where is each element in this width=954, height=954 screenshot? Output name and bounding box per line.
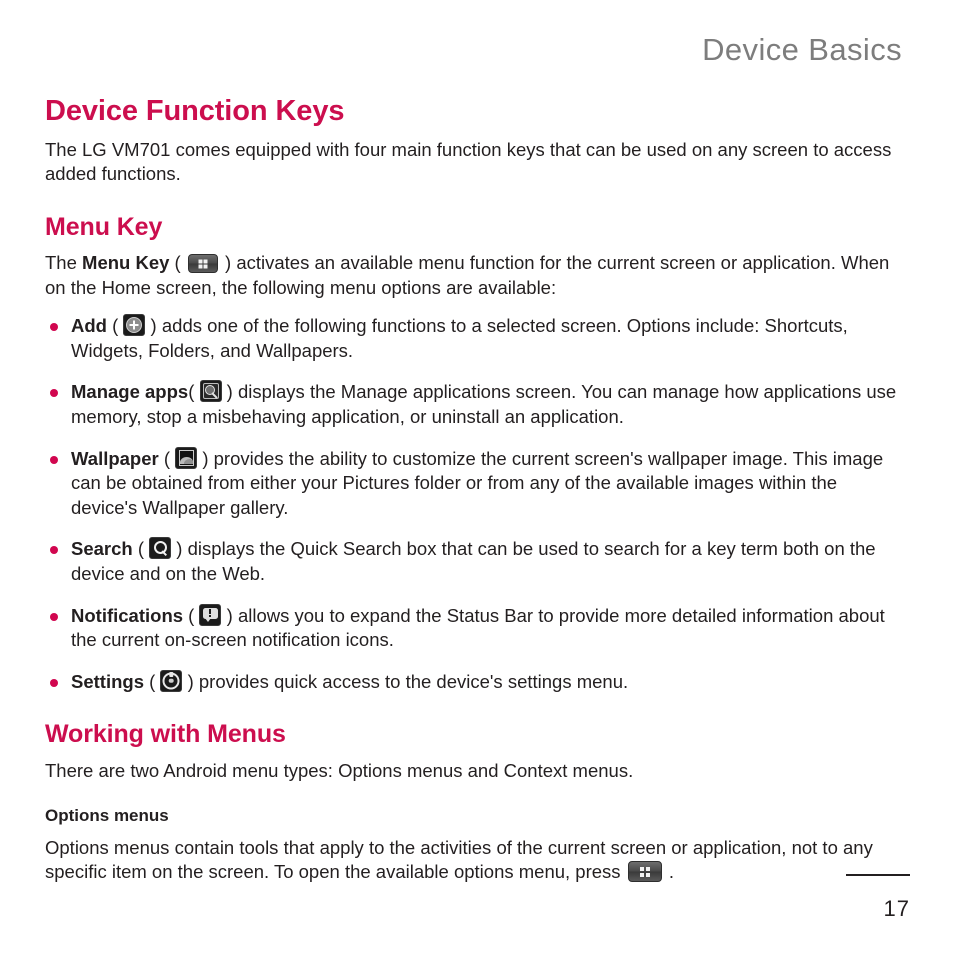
option-description-settings: provides quick access to the device's se… <box>198 670 629 692</box>
options-menus-paragraph: Options menus contain tools that apply t… <box>45 836 905 885</box>
menu-options-list: Add ( ) adds one of the following functi… <box>45 314 905 694</box>
paren-close: ) <box>145 315 162 337</box>
option-label-search: Search <box>71 538 133 560</box>
menu-key-intro-bold: Menu Key <box>82 252 170 274</box>
paren-close: ) <box>197 447 214 469</box>
options-menus-text-after: . <box>663 861 674 883</box>
menu-key-grid-glyph <box>198 259 208 269</box>
running-header-title: Device Basics <box>702 32 902 67</box>
settings-icon <box>160 669 183 692</box>
list-item: Manage apps( ) displays the Manage appli… <box>45 380 905 429</box>
working-with-menus-intro: There are two Android menu types: Option… <box>45 760 634 782</box>
paren-open: ( <box>158 447 176 469</box>
page-title: Device Function Keys <box>45 95 345 127</box>
list-item: Wallpaper ( ) provides the ability to cu… <box>45 446 905 521</box>
subsection-heading-options-menus: Options menus <box>45 805 169 825</box>
page-content: Device Function Keys The LG VM701 comes … <box>45 95 905 889</box>
search-icon <box>149 537 172 560</box>
manage-apps-icon <box>199 380 222 403</box>
paren-open: ( <box>143 670 161 692</box>
paren-close: ) <box>219 252 237 274</box>
document-page: Device Basics Device Function Keys The L… <box>0 0 954 954</box>
menu-key-icon <box>627 861 662 883</box>
intro-paragraph: The LG VM701 comes equipped with four ma… <box>45 138 892 185</box>
list-item: Search ( ) displays the Quick Search box… <box>45 537 905 586</box>
option-label-wallpaper: Wallpaper <box>71 447 159 469</box>
menu-key-intro-paragraph: The Menu Key ( ) activates an available … <box>45 251 905 300</box>
paren-open: ( <box>169 252 186 274</box>
paren-open: ( <box>106 315 124 337</box>
option-label-add: Add <box>71 315 107 337</box>
paren-open: ( <box>188 381 200 403</box>
menu-key-icon <box>187 254 218 274</box>
list-item: Notifications ( ) allows you to expand t… <box>45 603 905 653</box>
paren-open: ( <box>132 538 150 560</box>
page-number: 17 <box>883 896 910 921</box>
options-menus-text-before: Options menus contain tools that apply t… <box>45 836 873 883</box>
option-label-settings: Settings <box>71 670 144 692</box>
add-icon <box>123 314 146 337</box>
footer-divider <box>846 874 910 876</box>
option-description-add: adds one of the following functions to a… <box>71 315 848 361</box>
paren-open: ( <box>183 604 200 626</box>
option-description-search: displays the Quick Search box that can b… <box>71 538 876 585</box>
section-heading-working-with-menus: Working with Menus <box>45 720 286 749</box>
menu-key-intro-before: The <box>45 252 83 274</box>
list-item: Settings ( ) provides quick access to th… <box>45 669 905 695</box>
notifications-icon <box>199 603 222 626</box>
paren-close: ) <box>221 604 238 626</box>
menu-key-grid-glyph <box>639 866 650 877</box>
section-heading-menu-key: Menu Key <box>45 212 163 241</box>
list-item: Add ( ) adds one of the following functi… <box>45 314 905 363</box>
paren-close: ) <box>221 381 238 403</box>
paren-close: ) <box>182 670 199 692</box>
option-label-manage-apps: Manage apps <box>71 381 189 403</box>
wallpaper-icon <box>175 446 198 469</box>
paren-close: ) <box>171 538 188 560</box>
option-label-notifications: Notifications <box>71 604 184 626</box>
